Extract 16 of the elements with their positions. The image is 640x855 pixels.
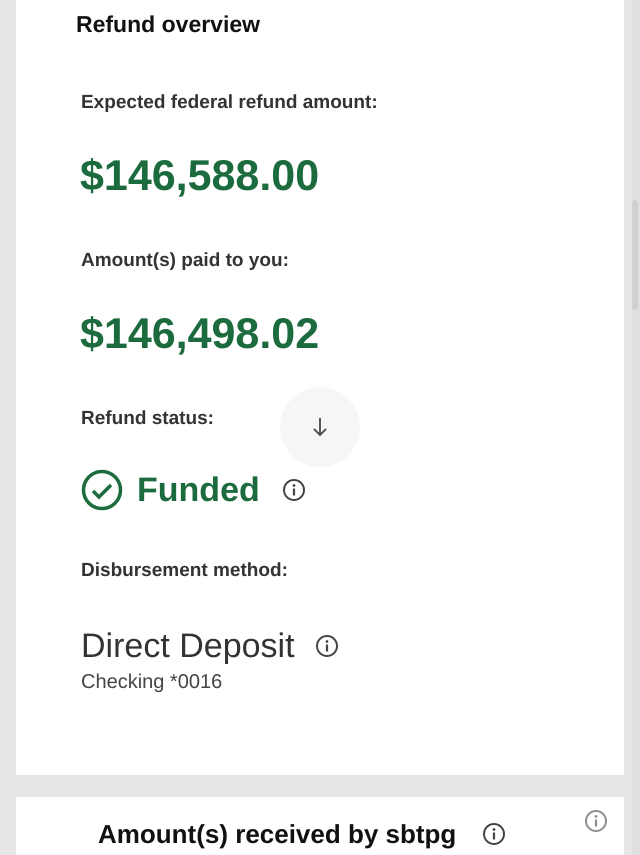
field-label: Amount(s) paid to you:: [81, 249, 289, 273]
field-label: Disbursement method:: [81, 559, 288, 583]
amount-value: $146,498.02: [79, 309, 320, 360]
field-label: Expected federal refund amount:: [81, 91, 378, 115]
method-value: Direct Deposit: [81, 626, 295, 667]
amount-value: $146,588.00: [79, 151, 320, 202]
info-icon[interactable]: [282, 478, 306, 502]
arrow-down-icon: [312, 416, 328, 438]
info-icon[interactable]: [482, 822, 506, 846]
status-value: Funded: [137, 470, 260, 511]
card-title: Refund overview: [75, 10, 262, 39]
check-circle-icon: [81, 469, 123, 511]
field-label: Refund status:: [81, 407, 214, 431]
info-icon[interactable]: [314, 634, 339, 658]
account-detail: Checking *0016: [81, 670, 222, 695]
card-title: Amount(s) received by sbtpg: [98, 818, 456, 851]
